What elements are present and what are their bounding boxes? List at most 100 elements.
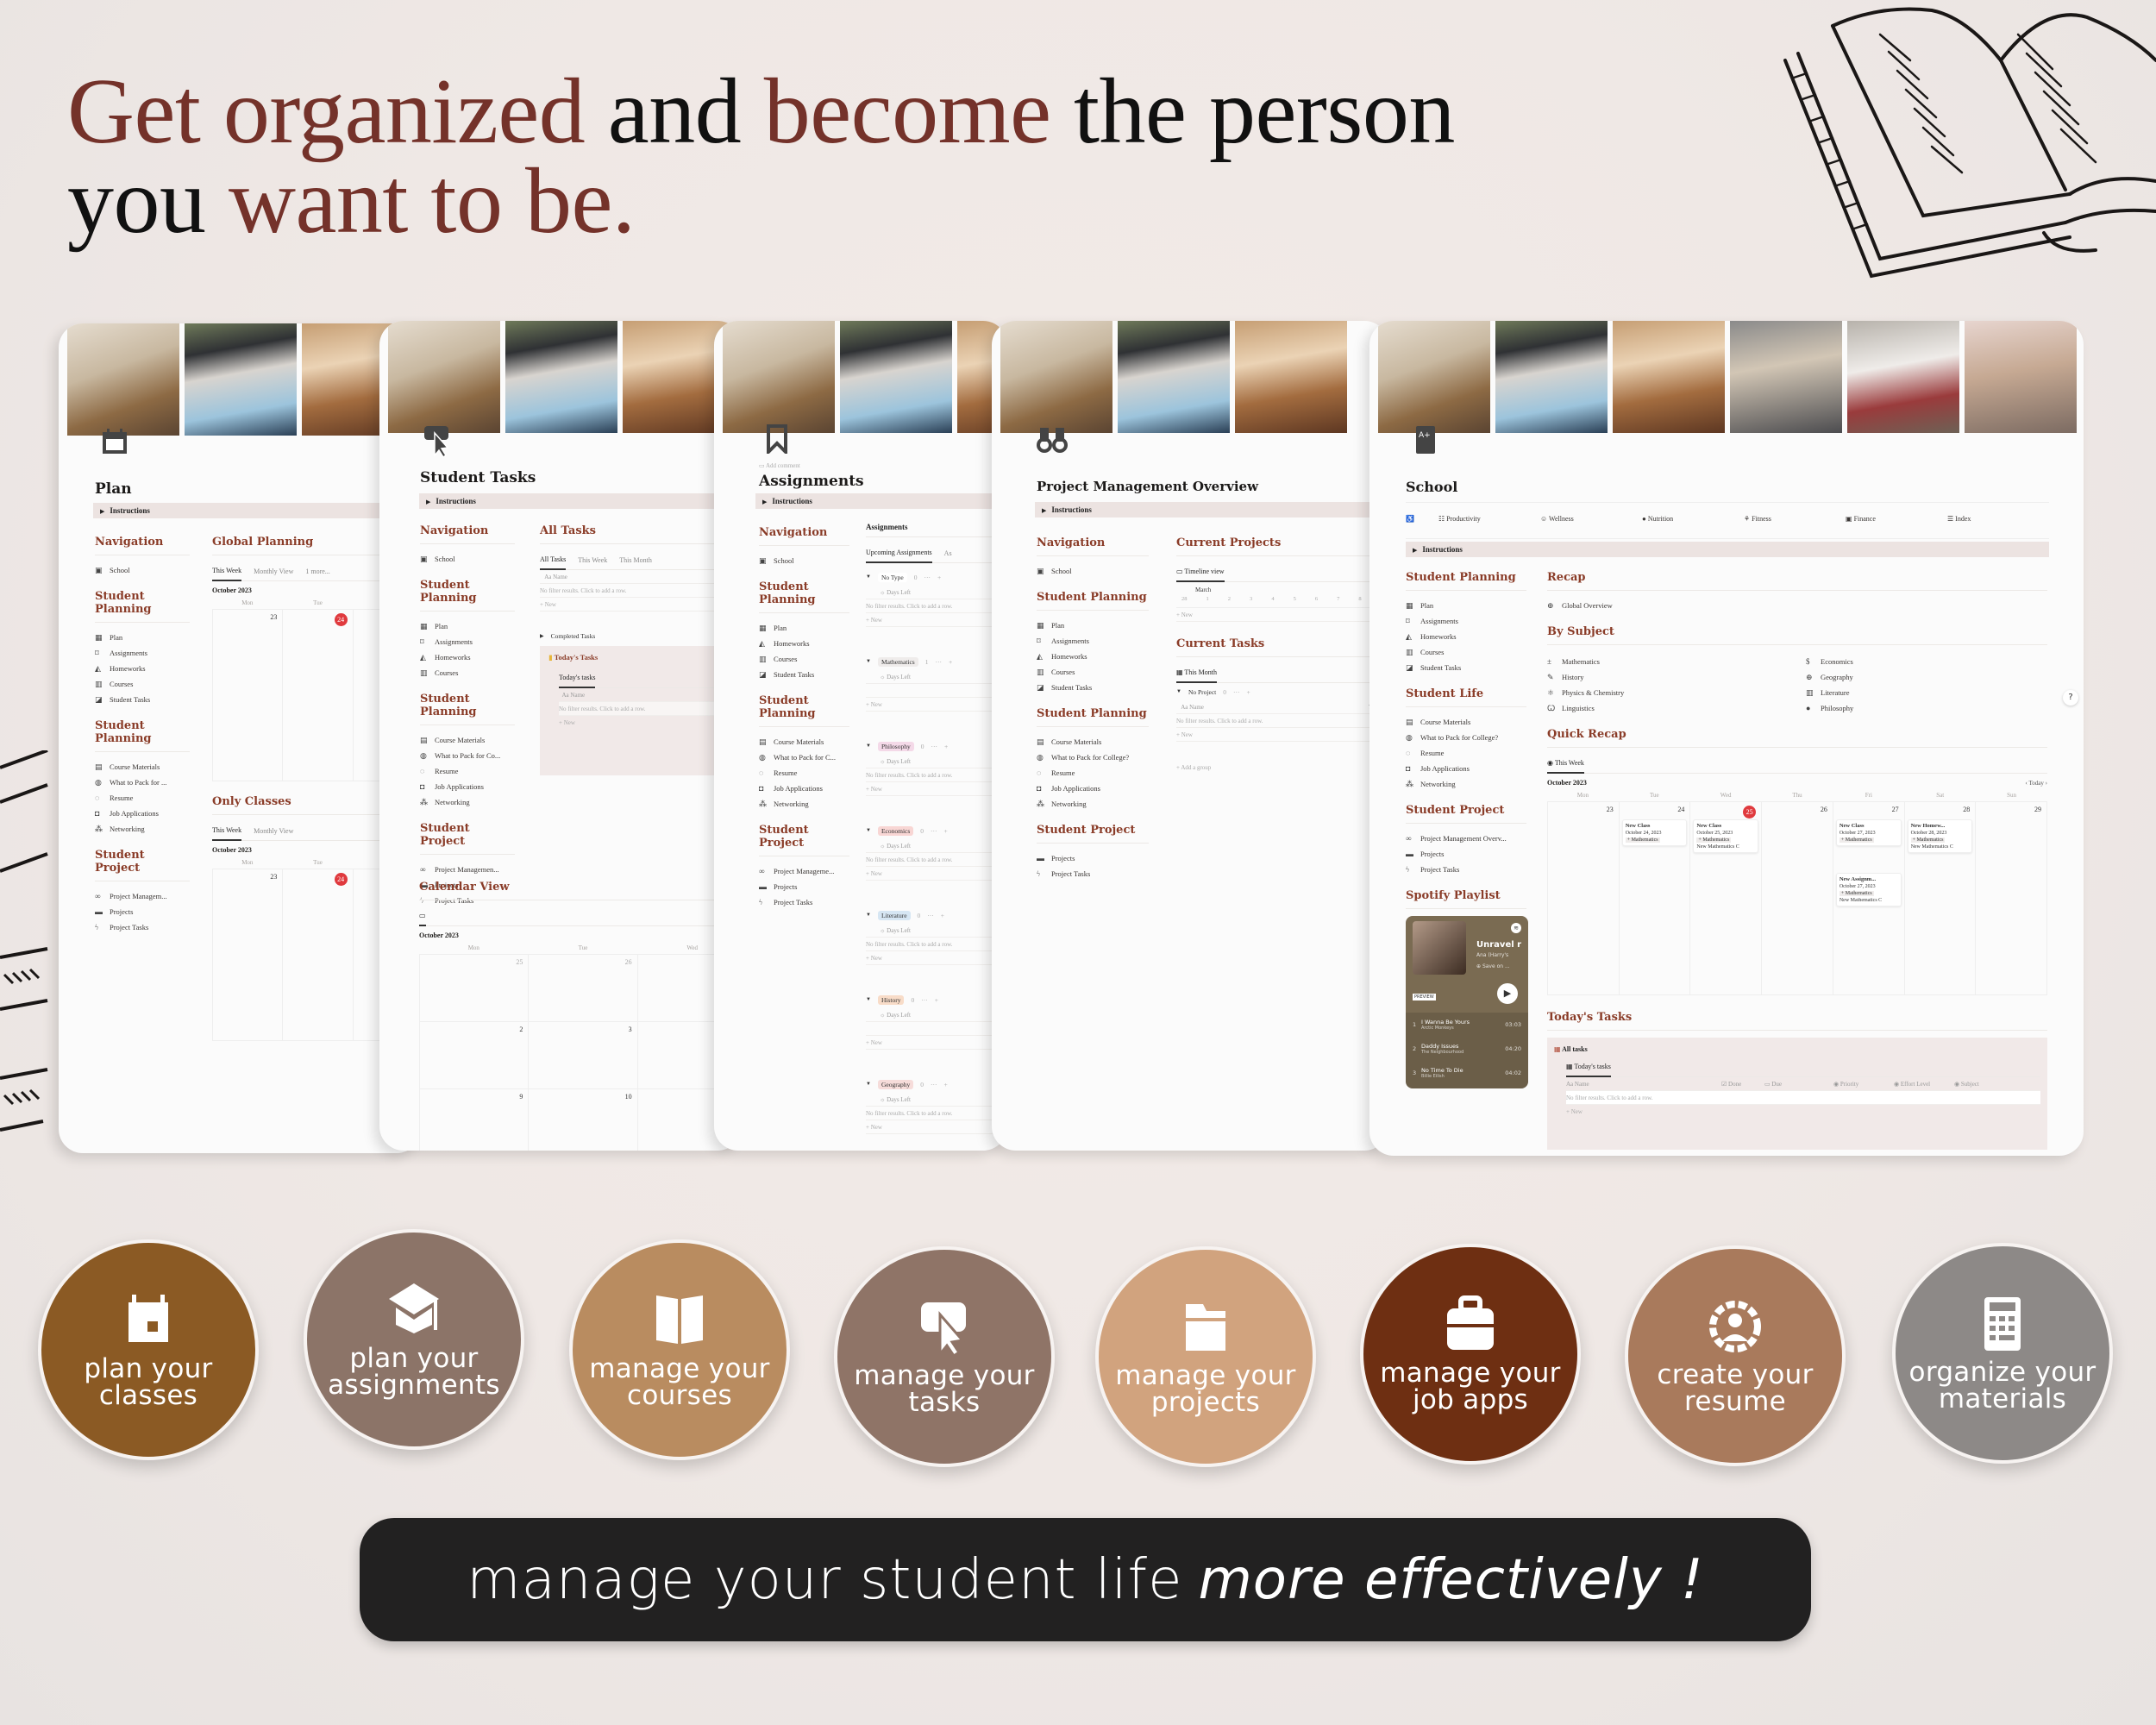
calendar-day[interactable]: 3	[529, 1022, 638, 1089]
nav-link[interactable]: ⁂ Networking	[759, 796, 849, 812]
nav-link[interactable]: ϟ Project Tasks	[1406, 862, 1526, 877]
nav-link[interactable]: ◭ Homeworks	[95, 661, 190, 676]
subject-link[interactable]: ⊕ Geography	[1806, 669, 2047, 685]
group-header[interactable]: ▼ Geography 0 ··· +	[866, 1076, 1007, 1093]
group-header[interactable]: ▼ No Type 0 ··· +	[866, 568, 1007, 586]
calendar-event[interactable]: New Class October 24, 2023 + Mathematics	[1621, 819, 1688, 846]
add-icon[interactable]: +	[941, 912, 944, 919]
nav-link[interactable]: ∞ Project Managem...	[95, 888, 190, 904]
nav-link[interactable]: ◍ What to Pack for College?	[1406, 730, 1526, 745]
collapse-icon[interactable]: ▼	[866, 659, 871, 664]
song-row[interactable]: 1 I Wanna Be Yours Arctic Monkeys 03:03	[1406, 1013, 1528, 1037]
nav-link[interactable]: ▤ Course Materials	[759, 734, 849, 750]
calendar-day[interactable]: 24 New Class October 24, 2023 + Mathematics	[1619, 802, 1691, 995]
add-icon[interactable]: +	[1247, 688, 1250, 696]
more-icon[interactable]: ···	[931, 827, 937, 835]
nav-link[interactable]: ◍ What to Pack for Co...	[420, 748, 515, 763]
nav-link[interactable]: ▦ Plan	[759, 620, 849, 636]
tab-this-week[interactable]: ◉ This Week	[1547, 755, 1584, 774]
nav-link[interactable]: ▤ Course Materials	[1037, 734, 1149, 750]
board-group[interactable]: ▼ No Project 0 ··· +	[1176, 683, 1388, 700]
nav-link[interactable]: ⁂ Networking	[95, 821, 190, 837]
calendar-day[interactable]: 2	[420, 1022, 530, 1089]
new-row-button[interactable]: + New	[540, 598, 742, 612]
nav-link[interactable]: ◭ Homeworks	[759, 636, 849, 651]
nav-link[interactable]: ⌑ Assignments	[1037, 633, 1149, 649]
nav-link[interactable]: ▤ Course Materials	[95, 759, 190, 775]
tab-timeline-view[interactable]: ▭ Timeline view	[1176, 563, 1225, 582]
group-header[interactable]: ▼ Economics 0 ··· +	[866, 822, 1007, 839]
nav-link[interactable]: ▥ Courses	[759, 651, 849, 667]
feature-circle[interactable]: manage your tasks	[834, 1246, 1055, 1467]
feature-circle[interactable]: create your resume	[1625, 1245, 1846, 1466]
collapse-icon[interactable]: ▼	[866, 743, 871, 749]
add-icon[interactable]: +	[935, 996, 938, 1004]
nav-link[interactable]: ▦ Plan	[420, 618, 515, 634]
nav-link[interactable]: ◘ Job Applications	[1406, 761, 1526, 776]
nav-link[interactable]: ◌ Resume	[759, 765, 849, 781]
nav-link[interactable]: ◭ Homeworks	[1406, 629, 1526, 644]
new-row-button[interactable]: + New	[866, 867, 1007, 881]
nav-link[interactable]: ▬ Projects	[759, 879, 849, 894]
completed-tasks-toggle[interactable]: ▶ Completed Tasks	[540, 627, 742, 644]
nav-link[interactable]: ▬ Projects	[1037, 850, 1149, 866]
help-button[interactable]: ?	[2063, 690, 2078, 706]
new-row-button[interactable]: + New	[866, 951, 1007, 965]
more-icon[interactable]: ···	[935, 658, 942, 666]
feature-circle[interactable]: manage your projects	[1095, 1246, 1316, 1467]
subject-link[interactable]: ● Philosophy	[1806, 700, 2047, 716]
nav-link[interactable]: ▥ Courses	[1406, 644, 1526, 660]
calendar-day[interactable]: 23	[213, 610, 284, 781]
tab-this-week[interactable]: This Week	[212, 562, 242, 581]
spotify-embed[interactable]: ≋ Unravel r Ana (Harry's ⊕ Save on ... P…	[1406, 916, 1528, 1088]
nav-link[interactable]: ◍ What to Pack for C...	[759, 750, 849, 765]
save-button[interactable]: ⊕ Save on ...	[1476, 963, 1510, 969]
collapse-icon[interactable]: ▼	[866, 828, 871, 833]
add-icon[interactable]: +	[944, 827, 948, 835]
add-icon[interactable]: +	[944, 1081, 948, 1088]
nav-link[interactable]: ▥ Courses	[95, 676, 190, 692]
calendar-view-tab[interactable]: ▭	[419, 907, 426, 926]
tab-upcoming-assignments[interactable]: Upcoming Assignments	[866, 544, 932, 563]
calendar-day[interactable]: 29	[1976, 802, 2047, 995]
more-icon[interactable]: ···	[927, 912, 934, 919]
instructions-toggle[interactable]: ▶ Instructions	[1035, 502, 1388, 518]
empty-state[interactable]: No filter results. Click to add a row.	[540, 584, 742, 598]
more-icon[interactable]: ···	[1233, 688, 1240, 696]
nav-link[interactable]: ◪ Student Tasks	[95, 692, 190, 707]
feature-circle[interactable]: plan your assignments	[304, 1229, 524, 1450]
instructions-toggle[interactable]: ▶ Instructions	[1406, 542, 2049, 557]
calendar-day[interactable]: 25	[420, 955, 530, 1022]
empty-state[interactable]: No filter results. Click to add a row.	[866, 599, 1007, 613]
calendar-event[interactable]: New Class October 25, 2023 + Mathematics Ne…	[1693, 819, 1759, 853]
nav-link[interactable]: ∞ Project Manageme...	[759, 863, 849, 879]
empty-state[interactable]: No filter results. Click to add a row.	[1176, 714, 1388, 728]
more-icon[interactable]: ···	[931, 1081, 937, 1088]
subject-link[interactable]: ± Mathematics	[1547, 654, 1806, 669]
calendar-day[interactable]: 26	[1762, 802, 1833, 995]
next-week-button[interactable]: ›	[2046, 780, 2047, 787]
calendar-day[interactable]: 24	[283, 610, 354, 781]
subject-link[interactable]: ⚛ Physics & Chemistry	[1547, 685, 1806, 700]
new-row-button[interactable]: + New	[866, 1036, 1007, 1050]
top-link[interactable]: ⚘ Fitness	[1744, 515, 1846, 523]
nav-link[interactable]: ▦ Plan	[1037, 618, 1149, 633]
empty-state[interactable]: No filter results. Click to add a row.	[1566, 1091, 2040, 1105]
tab-more[interactable]: 1 more...	[305, 568, 329, 575]
new-row-button[interactable]: + New	[559, 716, 738, 730]
nav-link[interactable]: ◘ Job Applications	[759, 781, 849, 796]
nav-link[interactable]: ∞ Project Management Overv...	[1406, 831, 1526, 846]
nav-link[interactable]: ϟ Project Tasks	[759, 894, 849, 910]
feature-circle[interactable]: organize your materials	[1892, 1243, 2113, 1464]
play-button[interactable]: ▶	[1497, 983, 1518, 1004]
calendar-day[interactable]: 10	[529, 1089, 638, 1151]
nav-link[interactable]: ⌑ Assignments	[95, 645, 190, 661]
tab-all-tasks[interactable]: All Tasks	[540, 551, 567, 570]
empty-state[interactable]: No filter results. Click to add a row.	[866, 853, 1007, 867]
nav-link[interactable]: ▥ Courses	[1037, 664, 1149, 680]
group-header[interactable]: ▼ History 0 ··· +	[866, 991, 1007, 1008]
new-row-button[interactable]: + New	[866, 613, 1007, 627]
tab-todays-tasks[interactable]: ▦ Today's tasks	[1566, 1058, 1611, 1077]
nav-link[interactable]: ◌ Resume	[1406, 745, 1526, 761]
calendar-day[interactable]: 26	[529, 955, 638, 1022]
